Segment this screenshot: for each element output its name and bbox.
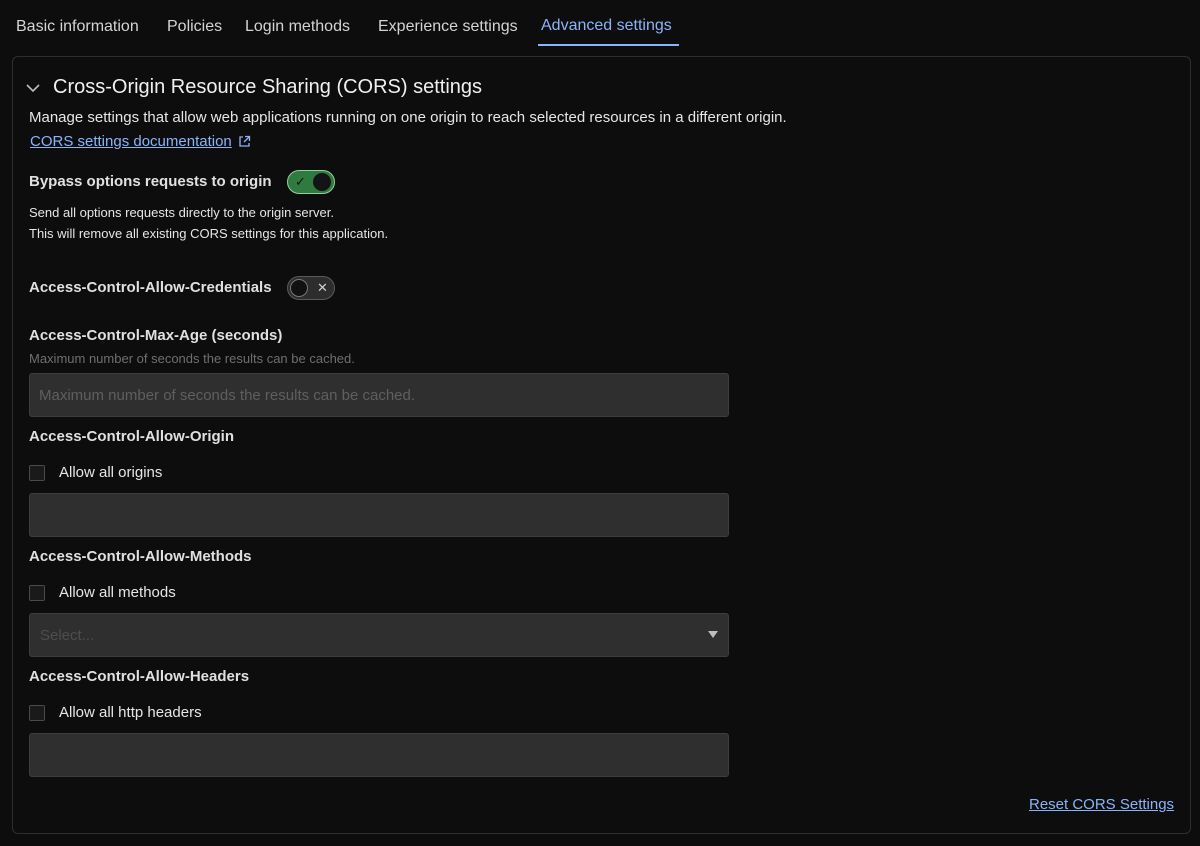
tab-login-methods[interactable]: Login methods bbox=[245, 18, 350, 36]
allow-origin-input[interactable] bbox=[29, 493, 729, 537]
bypass-options-toggle[interactable]: ✓ bbox=[287, 170, 335, 194]
max-age-input[interactable] bbox=[29, 373, 729, 417]
bypass-help-line-1: Send all options requests directly to th… bbox=[29, 205, 334, 220]
check-icon: ✓ bbox=[295, 174, 306, 189]
tab-advanced-settings[interactable]: Advanced settings bbox=[541, 17, 672, 35]
external-link-icon bbox=[239, 135, 250, 147]
allow-methods-select[interactable]: Select... bbox=[29, 613, 729, 657]
allow-all-headers-checkbox[interactable] bbox=[29, 705, 45, 721]
allow-all-methods-checkbox[interactable] bbox=[29, 585, 45, 601]
toggle-knob bbox=[290, 279, 308, 297]
cors-documentation-link[interactable]: CORS settings documentation bbox=[30, 133, 251, 150]
allow-all-origins-label[interactable]: Allow all origins bbox=[59, 464, 162, 481]
allow-headers-input[interactable] bbox=[29, 733, 729, 777]
caret-down-icon bbox=[708, 631, 718, 638]
section-title: Cross-Origin Resource Sharing (CORS) set… bbox=[53, 76, 483, 98]
tab-policies[interactable]: Policies bbox=[167, 18, 222, 36]
allow-all-headers-label[interactable]: Allow all http headers bbox=[59, 704, 202, 721]
max-age-hint: Maximum number of seconds the results ca… bbox=[29, 351, 355, 366]
close-icon: ✕ bbox=[317, 280, 328, 295]
max-age-label: Access-Control-Max-Age (seconds) bbox=[29, 327, 283, 344]
settings-tabs: Basic information Policies Login methods… bbox=[0, 0, 1200, 46]
allow-all-methods-label[interactable]: Allow all methods bbox=[59, 584, 176, 601]
section-description: Manage settings that allow web applicati… bbox=[29, 109, 787, 126]
cors-documentation-link-label: CORS settings documentation bbox=[30, 133, 232, 150]
tab-experience-settings[interactable]: Experience settings bbox=[378, 18, 518, 36]
allow-origin-label: Access-Control-Allow-Origin bbox=[29, 428, 235, 445]
allow-credentials-label: Access-Control-Allow-Credentials bbox=[29, 279, 272, 296]
select-placeholder: Select... bbox=[40, 627, 95, 644]
allow-headers-label: Access-Control-Allow-Headers bbox=[29, 668, 250, 685]
allow-all-origins-checkbox[interactable] bbox=[29, 465, 45, 481]
allow-methods-label: Access-Control-Allow-Methods bbox=[29, 548, 252, 565]
allow-credentials-toggle[interactable]: ✕ bbox=[287, 276, 335, 300]
toggle-knob bbox=[313, 173, 331, 191]
active-tab-indicator bbox=[538, 44, 679, 46]
chevron-down-icon[interactable] bbox=[25, 80, 41, 96]
bypass-options-label: Bypass options requests to origin bbox=[29, 173, 272, 190]
reset-cors-settings-link[interactable]: Reset CORS Settings bbox=[1029, 796, 1174, 813]
tab-basic-information[interactable]: Basic information bbox=[16, 18, 139, 36]
bypass-help-line-2: This will remove all existing CORS setti… bbox=[29, 226, 389, 241]
